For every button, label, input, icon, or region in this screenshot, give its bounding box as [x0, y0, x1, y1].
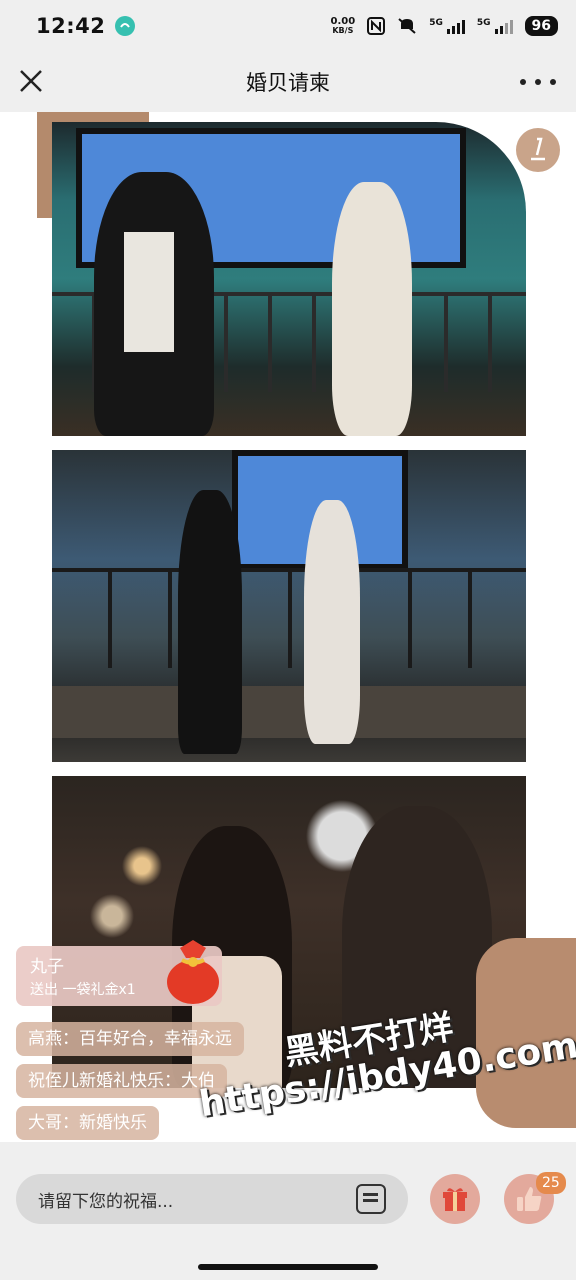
music-button[interactable] — [516, 128, 560, 172]
more-dot-icon — [550, 79, 556, 85]
net-speed: 0.00 KB/S — [330, 16, 356, 36]
status-icons: 0.00 KB/S 5G 5G 96 — [331, 16, 558, 36]
mute-icon — [398, 18, 416, 34]
like-count-badge: 25 — [536, 1172, 566, 1194]
title-bar: 婚贝请柬 — [0, 52, 576, 112]
net-speed-value: 0.00 — [330, 16, 356, 27]
photo-bride — [304, 500, 360, 744]
wedding-photo-2 — [52, 450, 526, 762]
wedding-photo-1 — [52, 122, 526, 436]
photo-railing — [52, 568, 526, 668]
more-dot-icon — [535, 79, 541, 85]
money-bag-icon — [167, 940, 219, 1004]
photo-ledge — [52, 686, 526, 738]
message-list-icon[interactable] — [356, 1184, 386, 1214]
status-time: 12:42 — [36, 14, 106, 38]
more-dot-icon — [520, 79, 526, 85]
photo-groom-shirt — [124, 232, 174, 352]
signal-icon-2: 5G — [477, 18, 513, 34]
status-bar: 12:42 0.00 KB/S 5G 5G 96 — [0, 0, 576, 52]
home-indicator[interactable] — [198, 1264, 378, 1270]
gift-button[interactable] — [430, 1174, 480, 1224]
nfc-icon — [367, 17, 386, 35]
close-icon — [20, 70, 42, 92]
close-button[interactable] — [16, 66, 46, 96]
signal-icon: 5G — [429, 18, 465, 34]
battery-indicator: 96 — [524, 16, 558, 36]
music-icon — [531, 137, 545, 161]
blessing-input[interactable]: 请留下您的祝福... — [16, 1174, 408, 1224]
photo-bride — [332, 182, 412, 436]
decorative-frame-side — [37, 112, 53, 218]
page-title: 婚贝请柬 — [246, 71, 330, 95]
photo-groom — [178, 490, 242, 754]
bottom-bar: 请留下您的祝福... 25 — [0, 1142, 576, 1280]
gift-icon — [443, 1188, 467, 1211]
app-notification-icon — [115, 16, 136, 36]
blessing-input-placeholder: 请留下您的祝福... — [38, 1191, 174, 1212]
more-options-button[interactable] — [520, 70, 556, 94]
net-speed-unit: KB/S — [332, 26, 354, 35]
blessing-message: 大哥：新婚快乐 — [16, 1106, 159, 1140]
